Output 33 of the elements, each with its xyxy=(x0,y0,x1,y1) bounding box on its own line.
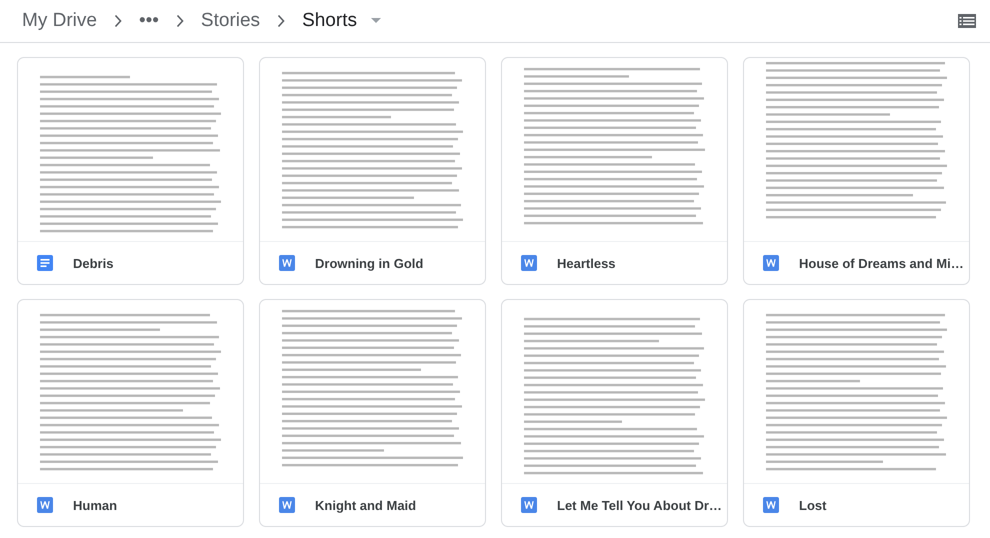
list-view-icon[interactable] xyxy=(958,14,976,28)
document-icon xyxy=(37,255,53,272)
file-card[interactable]: Debris xyxy=(17,57,244,285)
file-card[interactable]: Lost xyxy=(743,299,970,527)
file-name: Drowning in Gold xyxy=(315,256,424,271)
file-name: Human xyxy=(73,498,118,513)
file-card[interactable]: Let Me Tell You About Dr… xyxy=(501,299,728,527)
file-card[interactable]: Drowning in Gold xyxy=(259,57,486,285)
word-file-icon xyxy=(279,497,295,514)
word-file-icon xyxy=(763,497,779,514)
word-file-icon xyxy=(521,255,537,272)
file-name: House of Dreams and Mi… xyxy=(799,256,964,271)
file-card[interactable]: Human xyxy=(17,299,244,527)
chevron-right-icon xyxy=(276,14,286,28)
file-name: Knight and Maid xyxy=(315,498,416,513)
dropdown-caret-icon[interactable] xyxy=(370,18,381,24)
file-name: Lost xyxy=(799,498,826,513)
file-name: Debris xyxy=(73,256,114,271)
breadcrumb-item[interactable]: Stories xyxy=(196,10,264,32)
file-card[interactable]: House of Dreams and Mi… xyxy=(743,57,970,285)
breadcrumb-item[interactable]: My Drive xyxy=(18,10,101,32)
file-name: Let Me Tell You About Dr… xyxy=(557,498,722,513)
breadcrumb-item[interactable]: ••• xyxy=(134,10,163,32)
word-file-icon xyxy=(279,255,295,272)
file-card[interactable]: Knight and Maid xyxy=(259,299,486,527)
breadcrumb-item[interactable]: Shorts xyxy=(298,10,361,32)
chevron-right-icon xyxy=(174,14,185,28)
word-file-icon xyxy=(763,255,779,272)
word-file-icon xyxy=(521,497,537,514)
file-card[interactable]: Heartless xyxy=(501,57,728,285)
word-file-icon xyxy=(37,497,53,514)
file-name: Heartless xyxy=(557,256,616,271)
chevron-right-icon xyxy=(112,14,123,28)
